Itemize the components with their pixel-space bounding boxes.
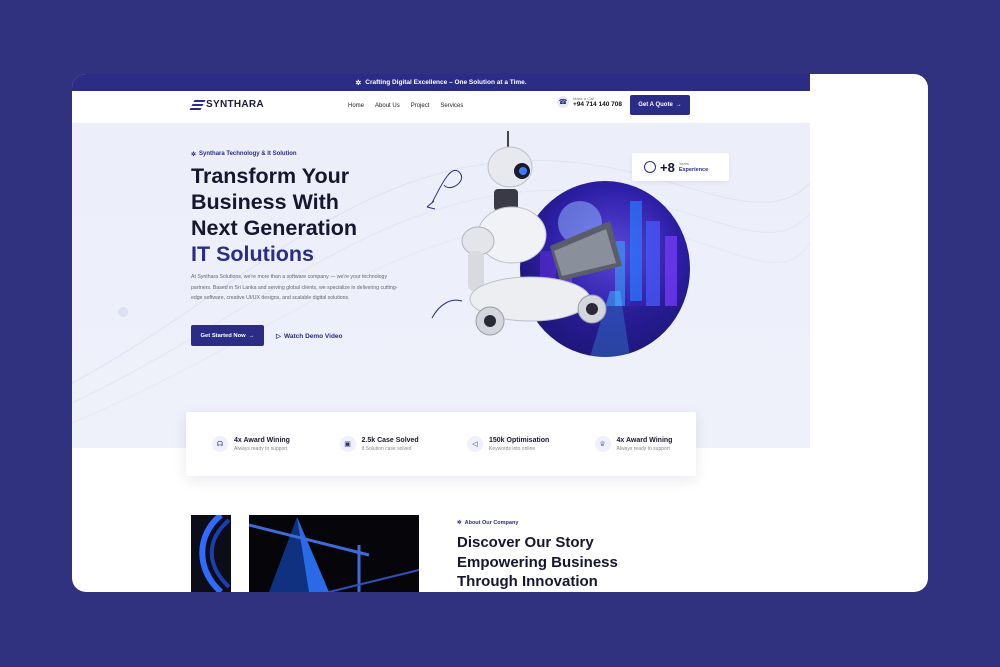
logo-mark-icon xyxy=(189,99,206,110)
play-icon: ▷ xyxy=(276,333,281,340)
stat-sub: It Solution case solved xyxy=(361,445,412,452)
trophy-icon: ♕ xyxy=(594,436,611,452)
stat-item: ◁ 150k Optimisation Keywords into online xyxy=(441,436,569,452)
experience-value: +8 xyxy=(660,159,675,175)
nav-menu: Home About Us Project Services xyxy=(348,103,463,109)
spark-icon: ✲ xyxy=(457,520,462,526)
about-eyebrow-text: About Our Company xyxy=(464,520,519,526)
briefcase-icon: ▣ xyxy=(339,436,356,452)
robot-illustration xyxy=(461,131,622,336)
nav-item-about[interactable]: About Us xyxy=(375,103,400,109)
spark-icon: ✲ xyxy=(191,152,197,158)
spark-icon: ✲ xyxy=(355,79,362,87)
hero-title-line: Business With xyxy=(191,190,339,214)
watch-demo-label: Watch Demo Video xyxy=(284,332,343,340)
logo[interactable]: SYNTHARA xyxy=(189,99,264,110)
get-quote-button[interactable]: Get A Quote → xyxy=(630,95,690,115)
award-icon: ☊ xyxy=(212,436,228,452)
hero-lead: At Synthara Solutions, we're more than a… xyxy=(191,274,398,301)
arrow-right-icon: → xyxy=(248,332,255,339)
about-image-small xyxy=(191,515,231,592)
get-started-label: Get Started Now xyxy=(200,332,246,339)
nav-item-services[interactable]: Services xyxy=(440,103,463,109)
stat-title: 4x Award Wining xyxy=(234,436,290,444)
hero-title-line: Next Generation xyxy=(191,216,358,240)
stat-item: ♕ 4x Award Wining Always ready to support xyxy=(569,436,697,452)
phone-number: +94 714 140 708 xyxy=(573,101,622,108)
announcement-bar: ✲ Crafting Digital Excellence – One Solu… xyxy=(72,74,810,91)
globe-icon xyxy=(644,161,656,173)
hero-section: ✲ Synthara Technology & It Solution Tran… xyxy=(72,123,810,448)
main-navigation: SYNTHARA Home About Us Project Services … xyxy=(72,91,810,123)
hero-eyebrow-text: Synthara Technology & It Solution xyxy=(199,151,297,157)
stat-item: ▣ 2.5k Case Solved It Solution case solve… xyxy=(314,436,442,452)
decorative-dot xyxy=(118,307,128,317)
stat-sub: Keywords into online xyxy=(489,445,536,452)
nav-item-project[interactable]: Project xyxy=(411,103,430,109)
stats-bar: ☊ 4x Award Wining Always ready to support… xyxy=(186,412,696,476)
about-title: Discover Our Story Empowering Business T… xyxy=(457,533,697,592)
hero-title: Transform Your Business With Next Genera… xyxy=(191,163,421,267)
stat-item: ☊ 4x Award Wining Always ready to support xyxy=(186,436,314,452)
about-title-line: Through Innovation xyxy=(457,573,598,590)
megaphone-icon: ◁ xyxy=(467,436,483,452)
arrow-right-icon: → xyxy=(675,102,682,108)
hero-title-accent: IT Solutions xyxy=(191,242,315,266)
get-started-button[interactable]: Get Started Now → xyxy=(191,325,264,346)
experience-badge: +8 Years Experience xyxy=(632,153,729,181)
hero-title-line: Transform Your xyxy=(191,164,350,188)
hero-eyebrow: ✲ Synthara Technology & It Solution xyxy=(191,151,297,158)
about-image-large xyxy=(249,515,419,592)
brand-name: SYNTHARA xyxy=(206,99,264,110)
about-title-line: Discover Our Story xyxy=(457,534,594,551)
phone-icon: ☎ xyxy=(557,96,569,108)
announcement-text: Crafting Digital Excellence – One Soluti… xyxy=(365,79,527,86)
call-info[interactable]: ☎ Make a Call +94 714 140 708 xyxy=(557,96,622,108)
stat-sub: Always ready to support xyxy=(616,445,670,452)
browser-frame: ✲ Crafting Digital Excellence – One Solu… xyxy=(72,74,928,592)
stat-title: 2.5k Case Solved xyxy=(361,436,419,444)
nav-item-home[interactable]: Home xyxy=(348,103,364,109)
stat-sub: Always ready to support xyxy=(234,445,288,452)
experience-label: Experience xyxy=(678,167,709,173)
about-eyebrow: ✲ About Our Company xyxy=(457,520,518,526)
stat-title: 150k Optimisation xyxy=(489,436,550,444)
get-quote-label: Get A Quote xyxy=(638,102,673,108)
about-title-line: Empowering Business xyxy=(457,553,618,571)
watch-demo-button[interactable]: ▷ Watch Demo Video xyxy=(276,332,343,341)
stat-title: 4x Award Wining xyxy=(616,436,673,444)
